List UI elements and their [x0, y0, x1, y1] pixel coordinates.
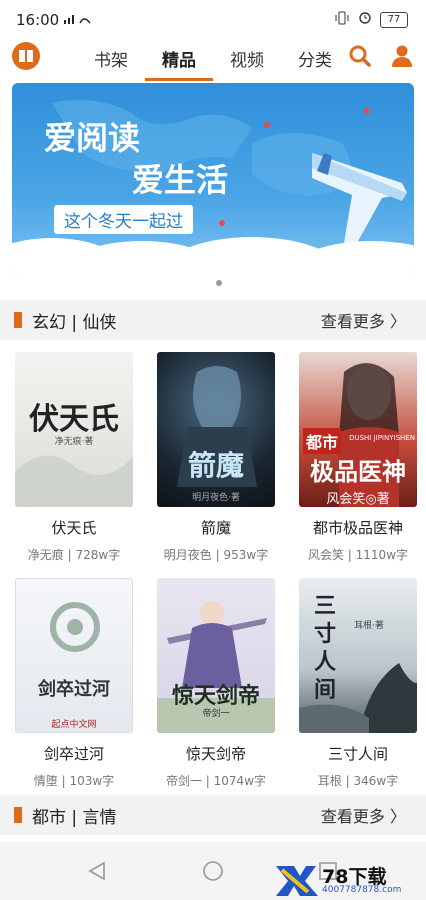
watermark-logo: 78下载 4007787878.com	[272, 862, 424, 898]
book-title: 都市极品医神	[312, 519, 403, 537]
book-cover[interactable]: 都市 DUSHI JIPINYISHEN 极品医神 风会笑◎著	[299, 352, 417, 507]
banner-headline-2: 爱生活	[132, 161, 229, 199]
book-meta: 明月夜色 | 953w字	[163, 548, 269, 562]
tab-featured[interactable]: 精品	[162, 46, 196, 71]
section-title: 都市 | 言情	[32, 808, 117, 828]
carousel-dot[interactable]	[216, 280, 222, 286]
book-meta: 帝剑一 | 1074w字	[165, 774, 267, 788]
book-cover[interactable]: 剑卒过河 起点中文网	[15, 578, 133, 733]
promo-banner[interactable]: 爱阅读 爱生活 这个冬天一起过	[12, 83, 414, 273]
see-more-link[interactable]: 查看更多 〉	[321, 803, 406, 827]
book-card[interactable]: 伏天氏 净无痕·著 伏天氏 净无痕 | 728w字	[14, 352, 134, 563]
bookmark-icon	[14, 807, 22, 823]
back-icon	[88, 861, 105, 881]
section-header-urban: 都市 | 言情 查看更多 〉	[0, 795, 426, 835]
section-header-fantasy: 玄幻 | 仙侠 查看更多 〉	[0, 300, 426, 340]
status-bar: 16:00 77	[0, 0, 426, 38]
book-card[interactable]: 三寸人间 耳根·著 三寸人间 耳根 | 346w字	[298, 578, 418, 789]
book-cover[interactable]: 伏天氏 净无痕·著	[15, 352, 133, 507]
vibrate-icon	[334, 11, 350, 29]
see-more-link[interactable]: 查看更多 〉	[321, 308, 406, 332]
book-meta: 耳根 | 346w字	[317, 774, 399, 788]
banner-tagline: 这个冬天一起过	[54, 205, 193, 234]
book-card[interactable]: 剑卒过河 起点中文网 剑卒过河 情堕 | 103w字	[14, 578, 134, 789]
watermark-url: 4007787878.com	[322, 885, 402, 895]
signal-icon	[62, 13, 96, 28]
top-navigation: 书架 精品 视频 分类	[0, 38, 426, 82]
book-logo-icon[interactable]	[12, 42, 40, 70]
book-title: 伏天氏	[51, 519, 97, 537]
bookmark-icon	[14, 312, 22, 328]
book-meta: 净无痕 | 728w字	[27, 548, 121, 562]
book-card[interactable]: 箭魔 明月夜色·著 箭魔 明月夜色 | 953w字	[156, 352, 276, 563]
book-cover[interactable]: 惊天剑帝 帝剑一	[157, 578, 275, 733]
book-cover[interactable]: 三寸人间 耳根·著	[299, 578, 417, 733]
active-tab-indicator	[145, 78, 213, 81]
book-meta: 风会笑 | 1110w字	[307, 548, 409, 562]
tab-video[interactable]: 视频	[230, 46, 264, 71]
battery-indicator: 77	[380, 12, 408, 28]
home-icon	[203, 861, 223, 881]
book-meta: 情堕 | 103w字	[33, 774, 115, 788]
search-icon[interactable]	[348, 44, 372, 68]
book-title: 三寸人间	[327, 745, 388, 763]
banner-headline-1: 爱阅读	[44, 119, 141, 157]
book-card[interactable]: 都市 DUSHI JIPINYISHEN 极品医神 风会笑◎著 都市极品医神 风…	[298, 352, 418, 563]
book-title: 惊天剑帝	[185, 745, 246, 763]
book-title: 剑卒过河	[43, 745, 104, 763]
section-title: 玄幻 | 仙侠	[32, 313, 117, 333]
book-card[interactable]: 惊天剑帝 帝剑一 惊天剑帝 帝剑一 | 1074w字	[156, 578, 276, 789]
alarm-icon	[358, 11, 372, 29]
book-title: 箭魔	[200, 519, 231, 537]
status-time: 16:00	[16, 11, 60, 29]
user-icon[interactable]	[390, 44, 414, 68]
book-cover[interactable]: 箭魔 明月夜色·著	[157, 352, 275, 507]
tab-bookshelf[interactable]: 书架	[94, 46, 128, 71]
tab-category[interactable]: 分类	[298, 46, 332, 71]
